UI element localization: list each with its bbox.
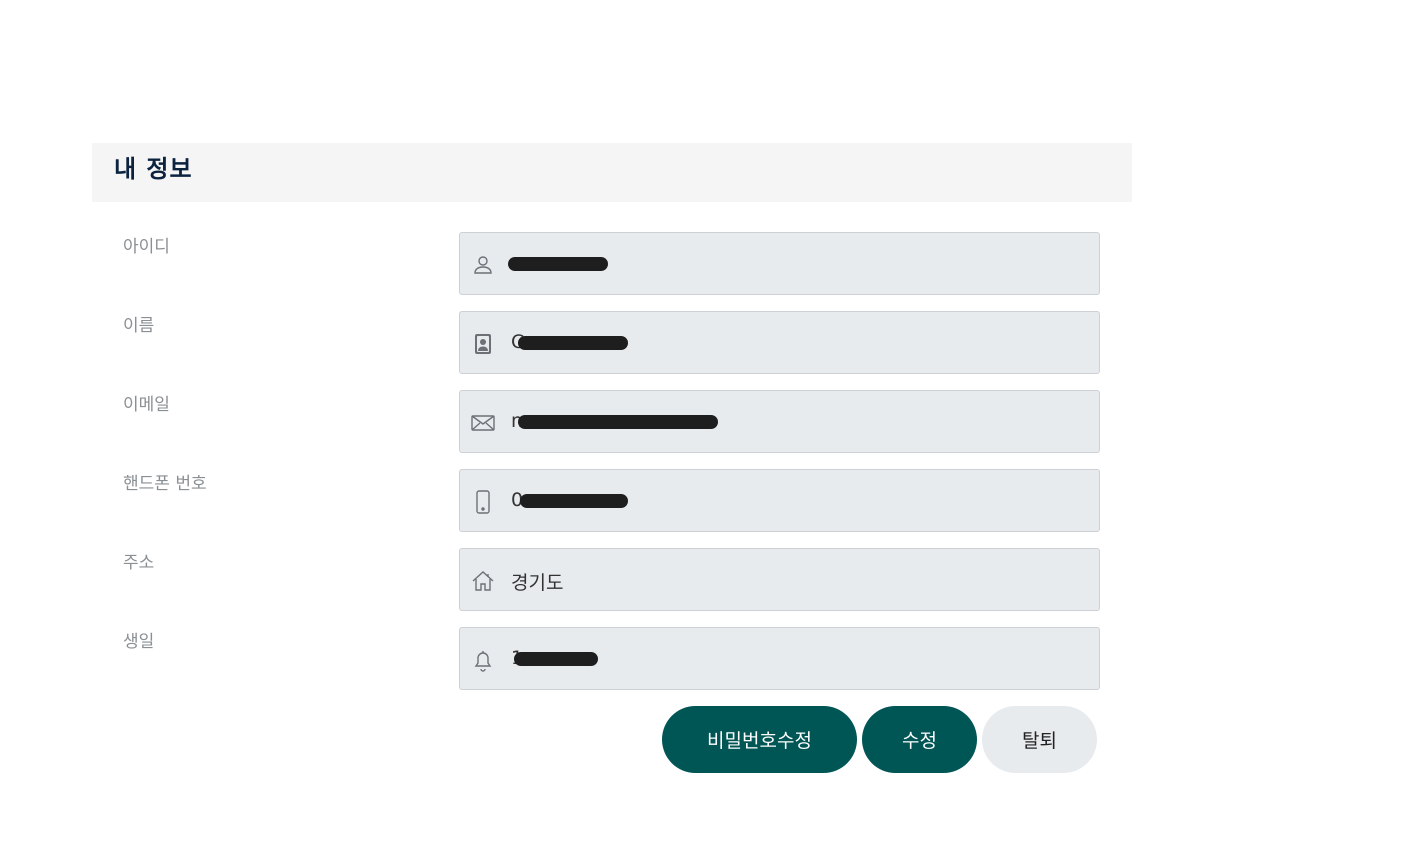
change-password-button[interactable]: 비밀번호수정 — [662, 706, 857, 773]
redaction-mark — [520, 494, 628, 508]
address-value: 경기도 — [511, 572, 564, 594]
page-title: 내 정보 — [114, 155, 193, 183]
birthday-field[interactable]: 1 — [459, 627, 1100, 690]
contact-card-icon — [471, 332, 495, 356]
redaction-mark — [508, 257, 608, 271]
my-info-page: 내 정보 아이디 이름 C 이메일 — [0, 0, 1415, 858]
person-icon — [471, 253, 495, 277]
edit-button[interactable]: 수정 — [862, 706, 977, 773]
phone-icon — [471, 490, 495, 514]
name-field[interactable]: C — [459, 311, 1100, 374]
withdraw-button[interactable]: 탈퇴 — [982, 706, 1097, 773]
email-field[interactable]: m — [459, 390, 1100, 453]
section-header: 내 정보 — [92, 143, 1132, 202]
envelope-icon — [471, 411, 495, 435]
redaction-mark — [514, 652, 598, 666]
redaction-mark — [518, 415, 718, 429]
bell-icon — [471, 648, 495, 672]
address-label: 주소 — [123, 553, 155, 573]
address-field[interactable]: 경기도 — [459, 548, 1100, 611]
name-label: 이름 — [123, 316, 155, 336]
email-label: 이메일 — [123, 395, 170, 415]
id-field[interactable] — [459, 232, 1100, 295]
id-label: 아이디 — [123, 237, 170, 257]
phone-label: 핸드폰 번호 — [123, 474, 207, 494]
house-icon — [471, 569, 495, 593]
phone-field[interactable]: 0 — [459, 469, 1100, 532]
redaction-mark — [518, 336, 628, 350]
birthday-label: 생일 — [123, 632, 155, 652]
